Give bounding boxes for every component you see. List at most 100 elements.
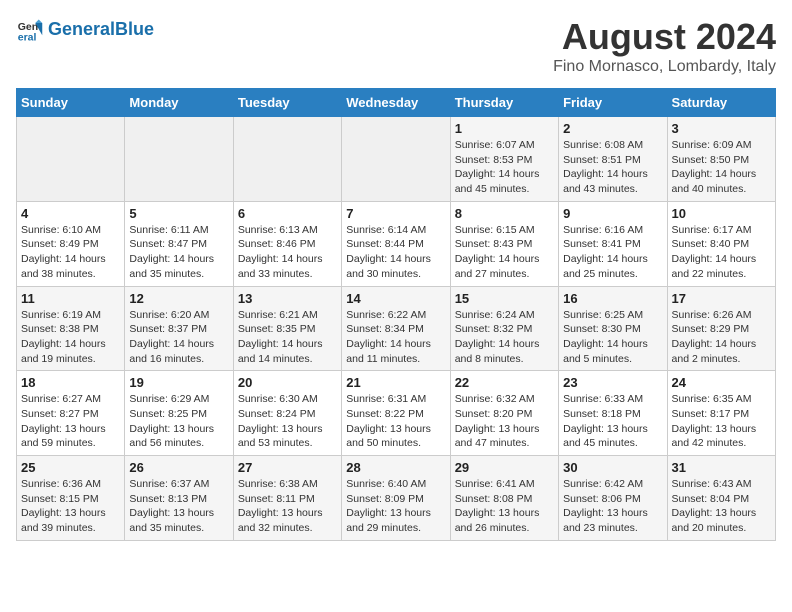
calendar-cell: 31Sunrise: 6:43 AM Sunset: 8:04 PM Dayli… — [667, 456, 775, 541]
calendar-cell: 26 Sunrise: 6:37 AM Sunset: 8:13 PM Dayli… — [125, 456, 233, 541]
day-number: 25 — [21, 460, 120, 475]
calendar-cell: 2 Sunrise: 6:08 AM Sunset: 8:51 PM Daylig… — [559, 117, 667, 202]
weekday-header: Thursday — [450, 89, 558, 117]
weekday-header: Tuesday — [233, 89, 341, 117]
logo-text: GeneralBlue — [48, 20, 154, 40]
calendar-cell: 6 Sunrise: 6:13 AM Sunset: 8:46 PM Daylig… — [233, 201, 341, 286]
day-info: Sunrise: 6:09 AM Sunset: 8:50 PM Dayligh… — [672, 138, 771, 197]
day-number: 6 — [238, 206, 337, 221]
day-number: 23 — [563, 375, 662, 390]
calendar-cell: 13Sunrise: 6:21 AM Sunset: 8:35 PM Dayli… — [233, 286, 341, 371]
calendar-cell: 14 Sunrise: 6:22 AM Sunset: 8:34 PM Dayli… — [342, 286, 450, 371]
day-number: 12 — [129, 291, 228, 306]
day-info: Sunrise: 6:42 AM Sunset: 8:06 PM Dayligh… — [563, 477, 662, 536]
calendar-cell: 24Sunrise: 6:35 AM Sunset: 8:17 PM Dayli… — [667, 371, 775, 456]
logo-icon: Gen eral — [16, 16, 44, 44]
weekday-header: Monday — [125, 89, 233, 117]
day-info: Sunrise: 6:27 AM Sunset: 8:27 PM Dayligh… — [21, 392, 120, 451]
calendar-cell: 25 Sunrise: 6:36 AM Sunset: 8:15 PM Dayli… — [17, 456, 125, 541]
day-number: 14 — [346, 291, 445, 306]
weekday-header: Friday — [559, 89, 667, 117]
header-row: SundayMondayTuesdayWednesdayThursdayFrid… — [17, 89, 776, 117]
day-number: 22 — [455, 375, 554, 390]
day-number: 29 — [455, 460, 554, 475]
day-number: 19 — [129, 375, 228, 390]
day-info: Sunrise: 6:25 AM Sunset: 8:30 PM Dayligh… — [563, 308, 662, 367]
day-number: 31 — [672, 460, 771, 475]
day-number: 8 — [455, 206, 554, 221]
day-number: 7 — [346, 206, 445, 221]
calendar-table: SundayMondayTuesdayWednesdayThursdayFrid… — [16, 88, 776, 541]
calendar-cell: 17 Sunrise: 6:26 AM Sunset: 8:29 PM Dayli… — [667, 286, 775, 371]
day-number: 5 — [129, 206, 228, 221]
day-info: Sunrise: 6:15 AM Sunset: 8:43 PM Dayligh… — [455, 223, 554, 282]
calendar-cell — [125, 117, 233, 202]
calendar-cell: 23 Sunrise: 6:33 AM Sunset: 8:18 PM Dayli… — [559, 371, 667, 456]
calendar-cell — [17, 117, 125, 202]
day-number: 21 — [346, 375, 445, 390]
day-info: Sunrise: 6:33 AM Sunset: 8:18 PM Dayligh… — [563, 392, 662, 451]
calendar-cell: 7Sunrise: 6:14 AM Sunset: 8:44 PM Daylig… — [342, 201, 450, 286]
day-info: Sunrise: 6:26 AM Sunset: 8:29 PM Dayligh… — [672, 308, 771, 367]
calendar-cell: 21 Sunrise: 6:31 AM Sunset: 8:22 PM Dayli… — [342, 371, 450, 456]
day-number: 1 — [455, 121, 554, 136]
weekday-header: Sunday — [17, 89, 125, 117]
logo: Gen eral GeneralBlue — [16, 16, 154, 44]
day-info: Sunrise: 6:13 AM Sunset: 8:46 PM Dayligh… — [238, 223, 337, 282]
svg-text:eral: eral — [18, 32, 37, 44]
calendar-cell: 18Sunrise: 6:27 AM Sunset: 8:27 PM Dayli… — [17, 371, 125, 456]
title-block: August 2024 Fino Mornasco, Lombardy, Ita… — [553, 16, 776, 76]
calendar-cell: 20 Sunrise: 6:30 AM Sunset: 8:24 PM Dayli… — [233, 371, 341, 456]
calendar-week-row: 4Sunrise: 6:10 AM Sunset: 8:49 PM Daylig… — [17, 201, 776, 286]
calendar-cell: 29Sunrise: 6:41 AM Sunset: 8:08 PM Dayli… — [450, 456, 558, 541]
day-info: Sunrise: 6:22 AM Sunset: 8:34 PM Dayligh… — [346, 308, 445, 367]
day-info: Sunrise: 6:32 AM Sunset: 8:20 PM Dayligh… — [455, 392, 554, 451]
day-number: 26 — [129, 460, 228, 475]
calendar-cell: 30Sunrise: 6:42 AM Sunset: 8:06 PM Dayli… — [559, 456, 667, 541]
calendar-cell: 27 Sunrise: 6:38 AM Sunset: 8:11 PM Dayli… — [233, 456, 341, 541]
day-info: Sunrise: 6:31 AM Sunset: 8:22 PM Dayligh… — [346, 392, 445, 451]
calendar-week-row: 11Sunrise: 6:19 AM Sunset: 8:38 PM Dayli… — [17, 286, 776, 371]
calendar-cell: 5Sunrise: 6:11 AM Sunset: 8:47 PM Daylig… — [125, 201, 233, 286]
calendar-cell: 1 Sunrise: 6:07 AM Sunset: 8:53 PM Daylig… — [450, 117, 558, 202]
day-info: Sunrise: 6:35 AM Sunset: 8:17 PM Dayligh… — [672, 392, 771, 451]
calendar-cell — [342, 117, 450, 202]
weekday-header: Wednesday — [342, 89, 450, 117]
day-number: 27 — [238, 460, 337, 475]
calendar-cell: 8 Sunrise: 6:15 AM Sunset: 8:43 PM Daylig… — [450, 201, 558, 286]
logo-blue: Blue — [115, 19, 154, 39]
day-number: 2 — [563, 121, 662, 136]
day-info: Sunrise: 6:40 AM Sunset: 8:09 PM Dayligh… — [346, 477, 445, 536]
calendar-cell: 9 Sunrise: 6:16 AM Sunset: 8:41 PM Daylig… — [559, 201, 667, 286]
day-number: 20 — [238, 375, 337, 390]
day-info: Sunrise: 6:16 AM Sunset: 8:41 PM Dayligh… — [563, 223, 662, 282]
calendar-cell: 4Sunrise: 6:10 AM Sunset: 8:49 PM Daylig… — [17, 201, 125, 286]
day-number: 3 — [672, 121, 771, 136]
day-number: 9 — [563, 206, 662, 221]
day-info: Sunrise: 6:36 AM Sunset: 8:15 PM Dayligh… — [21, 477, 120, 536]
day-info: Sunrise: 6:38 AM Sunset: 8:11 PM Dayligh… — [238, 477, 337, 536]
main-title: August 2024 — [553, 16, 776, 58]
page-header: Gen eral GeneralBlue August 2024 Fino Mo… — [16, 16, 776, 76]
day-info: Sunrise: 6:20 AM Sunset: 8:37 PM Dayligh… — [129, 308, 228, 367]
logo-general: General — [48, 19, 115, 39]
day-info: Sunrise: 6:21 AM Sunset: 8:35 PM Dayligh… — [238, 308, 337, 367]
day-number: 17 — [672, 291, 771, 306]
day-number: 10 — [672, 206, 771, 221]
day-info: Sunrise: 6:19 AM Sunset: 8:38 PM Dayligh… — [21, 308, 120, 367]
day-info: Sunrise: 6:37 AM Sunset: 8:13 PM Dayligh… — [129, 477, 228, 536]
day-info: Sunrise: 6:07 AM Sunset: 8:53 PM Dayligh… — [455, 138, 554, 197]
day-info: Sunrise: 6:30 AM Sunset: 8:24 PM Dayligh… — [238, 392, 337, 451]
calendar-header: SundayMondayTuesdayWednesdayThursdayFrid… — [17, 89, 776, 117]
day-info: Sunrise: 6:08 AM Sunset: 8:51 PM Dayligh… — [563, 138, 662, 197]
calendar-cell: 10Sunrise: 6:17 AM Sunset: 8:40 PM Dayli… — [667, 201, 775, 286]
calendar-cell: 11Sunrise: 6:19 AM Sunset: 8:38 PM Dayli… — [17, 286, 125, 371]
calendar-cell: 12 Sunrise: 6:20 AM Sunset: 8:37 PM Dayli… — [125, 286, 233, 371]
calendar-cell: 22 Sunrise: 6:32 AM Sunset: 8:20 PM Dayli… — [450, 371, 558, 456]
calendar-cell: 3 Sunrise: 6:09 AM Sunset: 8:50 PM Daylig… — [667, 117, 775, 202]
calendar-week-row: 18Sunrise: 6:27 AM Sunset: 8:27 PM Dayli… — [17, 371, 776, 456]
calendar-cell — [233, 117, 341, 202]
day-info: Sunrise: 6:24 AM Sunset: 8:32 PM Dayligh… — [455, 308, 554, 367]
calendar-cell: 16Sunrise: 6:25 AM Sunset: 8:30 PM Dayli… — [559, 286, 667, 371]
calendar-cell: 19Sunrise: 6:29 AM Sunset: 8:25 PM Dayli… — [125, 371, 233, 456]
